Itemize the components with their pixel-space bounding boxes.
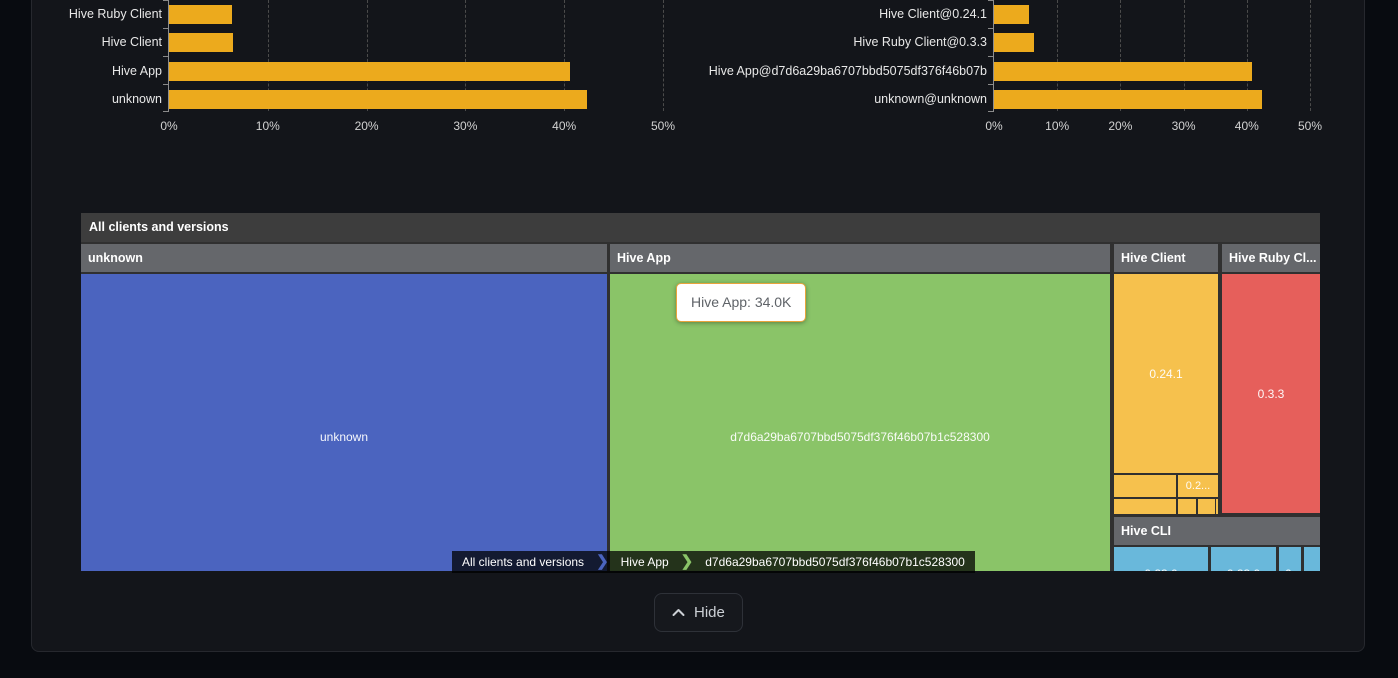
y-axis-tick	[988, 111, 993, 112]
treemap-cell-label: d7d6a29ba6707bbd5075df376f46b07b1c528300	[730, 430, 990, 444]
treemap-cell-hive-cli-minor[interactable]: 0.	[1279, 547, 1301, 571]
treemap-cell-hive-client-0-2[interactable]: 0.2...	[1178, 475, 1218, 497]
treemap-section-header-unknown[interactable]: unknown	[81, 244, 607, 272]
treemap-cell-label: 0.2...	[1186, 480, 1210, 492]
treemap-tooltip: Hive App: 34.0K	[676, 283, 806, 322]
x-tick-label: 0%	[964, 119, 1024, 134]
treemap-cell-hive-client-0-24-1[interactable]: 0.24.1	[1114, 274, 1218, 473]
y-axis-tick	[988, 56, 993, 57]
treemap-cell-hive-ruby-client-0-3-3[interactable]: 0.3.3	[1222, 274, 1320, 513]
y-axis-tick	[988, 0, 993, 1]
category-label: unknown@unknown	[0, 91, 987, 108]
treemap-cell-label: 0.	[1285, 567, 1295, 572]
breadcrumb-item-all-clients[interactable]: All clients and versions	[452, 551, 594, 573]
treemap-cell-hive-cli-minor[interactable]	[1304, 547, 1320, 571]
treemap-section-header-hive-app[interactable]: Hive App	[610, 244, 1110, 272]
treemap-title[interactable]: All clients and versions	[81, 213, 1320, 242]
y-axis-tick	[988, 28, 993, 29]
chevron-up-icon	[672, 608, 685, 617]
treemap-cell-hive-cli-0-23-0[interactable]: 0.23.0	[1114, 547, 1208, 571]
dashboard: 0%10%20%30%40%50%Hive Ruby ClientHive Cl…	[0, 0, 1398, 678]
x-tick-label: 40%	[1217, 119, 1277, 134]
treemap-section-header-hive-cli[interactable]: Hive CLI	[1114, 517, 1320, 545]
chevron-right-icon: ❯	[594, 551, 611, 573]
treemap-section-header-hive-client[interactable]: Hive Client	[1114, 244, 1218, 272]
category-label: Hive Ruby Client@0.3.3	[0, 34, 987, 51]
treemap-cell-hive-cli-0-23-0b[interactable]: 0.23.0	[1211, 547, 1276, 571]
treemap-cell-unknown[interactable]: unknown	[81, 274, 607, 571]
x-tick-label: 30%	[1154, 119, 1214, 134]
treemap-cell-hive-client-minor[interactable]	[1114, 499, 1176, 514]
category-label: Hive Client@0.24.1	[0, 6, 987, 23]
chevron-right-icon: ❯	[679, 551, 696, 573]
x-tick-label: 10%	[1027, 119, 1087, 134]
treemap-cell-label: unknown	[320, 430, 368, 444]
category-label: Hive App@d7d6a29ba6707bbd5075df376f46b07…	[0, 63, 987, 80]
treemap-cell-hive-client-minor[interactable]	[1216, 499, 1218, 514]
y-axis-tick	[988, 84, 993, 85]
treemap-cell-hive-client-minor[interactable]	[1114, 475, 1176, 497]
x-gridline	[1310, 0, 1311, 111]
treemap-breadcrumb: All clients and versions ❯ Hive App ❯ d7…	[452, 551, 975, 573]
bar-hive-client-0-24-1[interactable]	[994, 5, 1029, 24]
bar-hive-ruby-client-0-3-3[interactable]	[994, 33, 1034, 52]
treemap-cell-hive-client-minor[interactable]	[1198, 499, 1215, 514]
breadcrumb-item-hive-app[interactable]: Hive App	[611, 551, 679, 573]
bar-hive-app-d7d6a29ba6707bbd5075df376f46b07b[interactable]	[994, 62, 1252, 81]
breadcrumb-item-hash[interactable]: d7d6a29ba6707bbd5075df376f46b07b1c528300	[695, 551, 975, 573]
treemap-all-clients-and-versions[interactable]: All clients and versions unknown unknown…	[81, 213, 1320, 571]
hide-button[interactable]: Hide	[654, 593, 743, 632]
x-tick-label: 20%	[1090, 119, 1150, 134]
treemap-cell-label: 0.24.1	[1149, 367, 1182, 381]
treemap-cell-label: 0.23.0	[1144, 567, 1177, 572]
treemap-cell-label: 0.23.0	[1227, 567, 1260, 572]
x-tick-label: 50%	[1280, 119, 1340, 134]
treemap-section-header-hive-ruby-client[interactable]: Hive Ruby Cl...	[1222, 244, 1320, 272]
bar-unknown-unknown[interactable]	[994, 90, 1262, 109]
treemap-cell-label: 0.3.3	[1258, 387, 1285, 401]
hide-button-label: Hide	[694, 604, 725, 621]
treemap-cell-hive-client-minor[interactable]	[1178, 499, 1196, 514]
